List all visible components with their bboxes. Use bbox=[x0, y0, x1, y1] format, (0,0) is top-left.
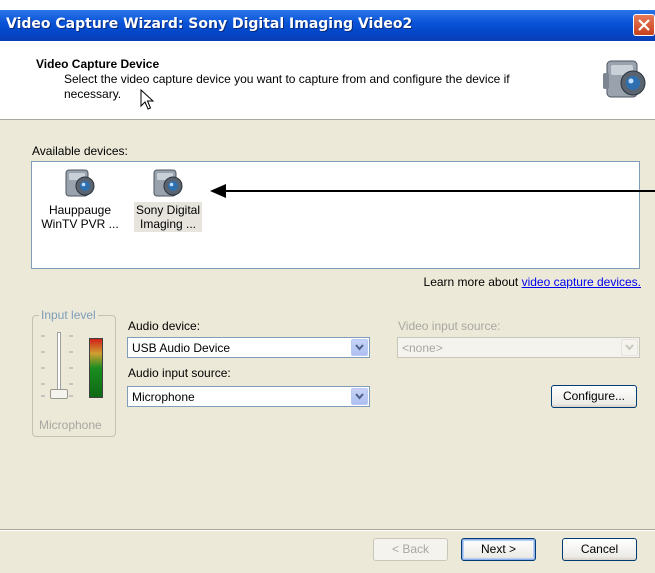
title-bar[interactable]: Video Capture Wizard: Sony Digital Imagi… bbox=[0, 10, 655, 41]
wizard-header: Video Capture Device Select the video ca… bbox=[0, 41, 655, 120]
page-title: Video Capture Device bbox=[36, 57, 160, 71]
back-button: < Back bbox=[373, 538, 448, 561]
learn-more-text: Learn more about video capture devices. bbox=[423, 275, 641, 289]
device-label: Sony Digital Imaging ... bbox=[133, 202, 203, 232]
pointer-arrow-icon bbox=[210, 184, 655, 198]
video-input-source-select: <none> bbox=[397, 337, 640, 358]
audio-input-source-select[interactable]: Microphone bbox=[127, 386, 370, 407]
dropdown-button[interactable] bbox=[351, 339, 368, 356]
dropdown-button bbox=[621, 339, 638, 356]
chevron-down-icon bbox=[625, 344, 634, 351]
device-item-sony[interactable]: Sony Digital Imaging ... bbox=[126, 162, 210, 232]
microphone-caption: Microphone bbox=[39, 418, 102, 432]
video-camera-icon bbox=[153, 169, 183, 197]
page-description: Select the video capture device you want… bbox=[64, 72, 510, 101]
audio-device-label: Audio device: bbox=[128, 319, 201, 333]
level-meter bbox=[89, 338, 103, 398]
wizard-window: Video Capture Wizard: Sony Digital Imagi… bbox=[0, 10, 655, 573]
chevron-down-icon bbox=[355, 344, 364, 351]
dropdown-button[interactable] bbox=[351, 388, 368, 405]
mouse-cursor-icon bbox=[140, 88, 155, 114]
device-label: Hauppauge WinTV PVR ... bbox=[41, 203, 119, 231]
video-capture-devices-link[interactable]: video capture devices. bbox=[522, 275, 641, 289]
chevron-down-icon bbox=[355, 393, 364, 400]
video-camera-icon bbox=[603, 53, 647, 106]
close-button[interactable] bbox=[633, 14, 655, 36]
window-title: Video Capture Wizard: Sony Digital Imagi… bbox=[6, 16, 413, 32]
close-icon bbox=[638, 19, 650, 31]
slider-thumb[interactable] bbox=[50, 389, 68, 399]
configure-button[interactable]: Configure... bbox=[551, 385, 637, 408]
device-item-hauppauge[interactable]: Hauppauge WinTV PVR ... bbox=[38, 162, 122, 232]
video-camera-icon bbox=[65, 169, 95, 197]
audio-device-select[interactable]: USB Audio Device bbox=[127, 337, 370, 358]
footer-separator bbox=[0, 529, 655, 531]
input-level-group: Input level Microphone bbox=[32, 308, 116, 437]
input-level-title: Input level bbox=[39, 308, 98, 322]
next-button[interactable]: Next > bbox=[461, 538, 536, 561]
audio-input-source-label: Audio input source: bbox=[128, 366, 231, 380]
device-list[interactable]: Hauppauge WinTV PVR ... Sony Digital Ima… bbox=[31, 161, 640, 269]
cancel-button[interactable]: Cancel bbox=[562, 538, 637, 561]
available-devices-label: Available devices: bbox=[32, 144, 128, 158]
video-input-source-label: Video input source: bbox=[398, 319, 501, 333]
